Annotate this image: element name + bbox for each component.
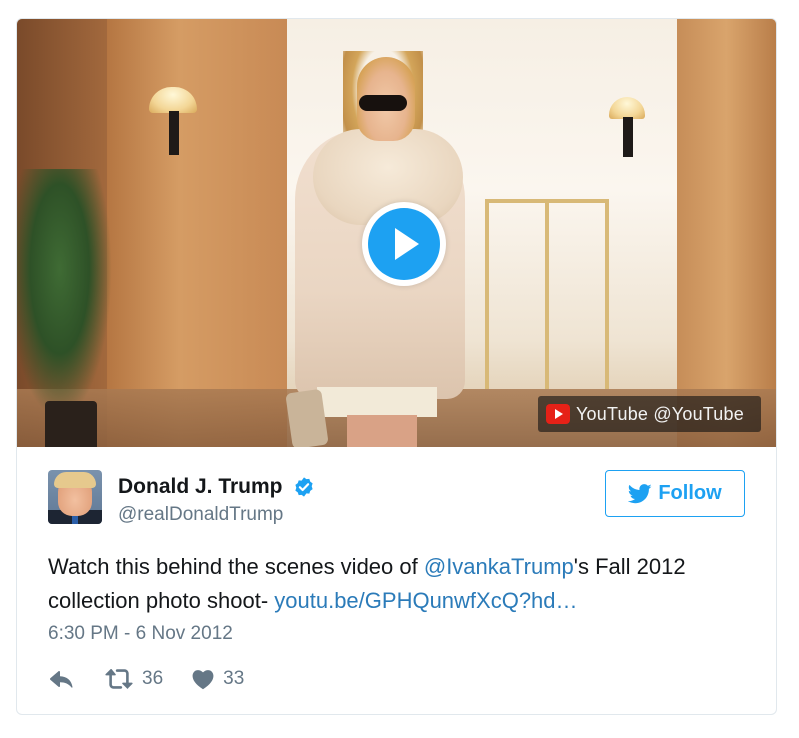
retweet-button[interactable]: 36 bbox=[104, 668, 163, 690]
model-skirt bbox=[317, 387, 437, 417]
verified-badge-icon bbox=[294, 477, 313, 497]
wall-lamp-right-stem bbox=[623, 117, 633, 157]
youtube-logo-icon bbox=[546, 404, 570, 424]
youtube-attribution-label: YouTube @YouTube bbox=[576, 403, 744, 424]
follow-label: Follow bbox=[658, 482, 722, 504]
retweet-icon bbox=[105, 668, 133, 690]
reply-button[interactable] bbox=[48, 668, 74, 690]
like-count: 33 bbox=[223, 668, 245, 689]
author-name-row: Donald J. Trump bbox=[118, 475, 315, 499]
mention-link[interactable]: @IvankaTrump bbox=[424, 554, 574, 579]
like-button[interactable]: 33 bbox=[191, 668, 244, 690]
model-legs bbox=[347, 415, 417, 447]
model-sunglasses bbox=[359, 95, 407, 111]
embedded-tweet-card: YouTube @YouTube Donald J. Trump @realDo… bbox=[16, 18, 777, 715]
play-icon bbox=[368, 208, 440, 280]
retweet-count: 36 bbox=[142, 668, 164, 689]
marble-pillar-left bbox=[107, 19, 287, 447]
tweet-text: Watch this behind the scenes video of @I… bbox=[48, 550, 748, 618]
tweet-actions: 36 33 bbox=[48, 667, 244, 691]
tweet-text-part-1: Watch this behind the scenes video of bbox=[48, 554, 424, 579]
wall-lamp-left-stem bbox=[169, 111, 179, 155]
author-display-name[interactable]: Donald J. Trump bbox=[118, 475, 283, 499]
tweet-timestamp[interactable]: 6:30 PM - 6 Nov 2012 bbox=[48, 623, 233, 645]
plant-pot bbox=[45, 401, 97, 447]
video-url-link[interactable]: youtu.be/GPHQunwfXcQ?hd… bbox=[274, 588, 577, 613]
reply-icon bbox=[50, 670, 73, 688]
video-thumbnail[interactable]: YouTube @YouTube bbox=[17, 19, 776, 447]
youtube-attribution[interactable]: YouTube @YouTube bbox=[538, 396, 761, 432]
potted-plant bbox=[17, 169, 112, 419]
follow-button[interactable]: Follow bbox=[605, 470, 745, 517]
twitter-bird-icon bbox=[628, 483, 652, 503]
model-clutch bbox=[285, 388, 329, 447]
play-button[interactable] bbox=[362, 202, 446, 286]
avatar[interactable] bbox=[48, 470, 102, 524]
marble-pillar-right bbox=[677, 19, 776, 447]
heart-icon bbox=[192, 670, 214, 690]
gold-door-frame bbox=[485, 199, 609, 389]
author-handle[interactable]: @realDonaldTrump bbox=[118, 504, 283, 526]
